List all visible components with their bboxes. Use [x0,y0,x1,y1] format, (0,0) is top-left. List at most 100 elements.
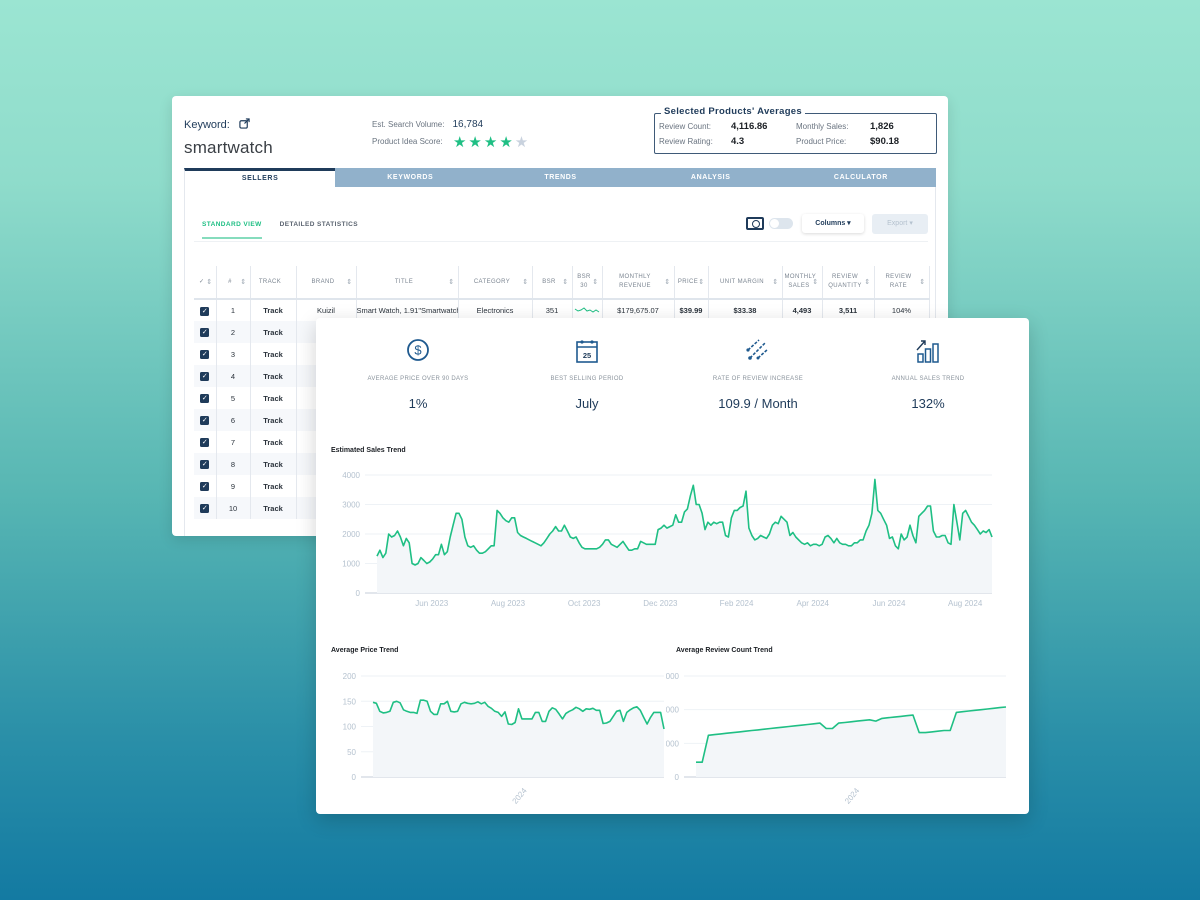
row-checkbox[interactable]: ✓ [200,438,210,447]
column-header-label: ✓ [199,278,205,285]
stat-label: RATE OF REVIEW INCREASE [712,376,804,382]
track-link[interactable]: Track [250,475,297,497]
area-fill [377,479,992,593]
y-tick-label: 2000 [342,530,360,539]
stat-label: AVERAGE PRICE OVER 90 DAYS [367,376,469,382]
column-header[interactable]: PRICE ⇕ [674,266,709,300]
track-link[interactable]: Track [250,387,297,409]
sort-icon[interactable]: ⇕ [864,278,870,287]
sort-icon[interactable]: ⇕ [919,278,925,287]
x-tick-label: Aug 2024 [948,599,983,608]
row-checkbox-cell: ✓ [194,321,217,343]
sort-icon[interactable]: ⇕ [772,278,778,287]
sort-icon[interactable]: ⇕ [698,278,704,287]
track-link[interactable]: Track [250,343,297,365]
divider [194,241,928,242]
row-checkbox-cell: ✓ [194,497,217,519]
search-volume-value: 16,784 [452,119,484,130]
y-tick-label: 15000 [666,672,680,681]
stat-label: ANNUAL SALES TREND [891,376,965,382]
sort-icon[interactable]: ⇕ [592,278,598,287]
product-price-value: $90.18 [870,136,900,147]
row-checkbox[interactable]: ✓ [200,350,210,359]
row-checkbox-cell: ✓ [194,475,217,497]
column-header-label: PRICE [677,278,699,285]
row-checkbox[interactable]: ✓ [200,504,210,513]
row-checkbox[interactable]: ✓ [200,416,210,425]
stat-value: 1% [408,396,428,411]
external-link-icon[interactable] [239,118,250,129]
sort-icon[interactable]: ⇕ [562,278,568,287]
track-link[interactable]: Track [250,409,297,431]
column-header-label: BSR [542,278,556,285]
stat-review-increase: RATE OF REVIEW INCREASE 109.9 / Month [673,338,843,411]
row-number: 7 [216,431,251,453]
row-checkbox[interactable]: ✓ [200,372,210,381]
sort-icon[interactable]: ⇕ [346,278,352,287]
column-header[interactable]: TITLE ⇕ [356,266,459,300]
column-header-label: UNIT MARGIN [720,278,764,285]
y-tick-label: 10000 [666,706,680,715]
y-tick-label: 150 [343,697,357,706]
column-header[interactable]: MONTHLY SALES ⇕ [782,266,823,300]
star-icon: ★ [452,134,467,151]
column-header-label: CATEGORY [473,278,511,285]
camera-icon[interactable] [746,217,764,230]
column-header[interactable]: UNIT MARGIN ⇕ [708,266,783,300]
columns-button[interactable]: Columns ▾ [802,214,864,233]
track-link[interactable]: Track [250,497,297,519]
sort-icon[interactable]: ⇕ [240,278,246,287]
x-tick-label: Dec 2023 [643,599,678,608]
column-header[interactable]: MONTHLY REVENUE ⇕ [602,266,675,300]
subtab-standard-view[interactable]: STANDARD VIEW [202,221,262,239]
column-header[interactable]: BSR ⇕ [532,266,573,300]
sort-icon[interactable]: ⇕ [522,278,528,287]
y-tick-label: 0 [352,773,357,782]
tab-analysis[interactable]: ANALYSIS [636,168,786,187]
column-header[interactable]: ✓ ⇕ [194,266,217,300]
column-header[interactable]: REVIEW RATE ⇕ [874,266,930,300]
row-checkbox[interactable]: ✓ [200,482,210,491]
x-tick-label: 2024 [510,786,529,806]
subtab-detailed-statistics[interactable]: DETAILED STATISTICS [280,221,358,239]
track-link[interactable]: Track [250,321,297,343]
row-checkbox-cell: ✓ [194,387,217,409]
analysis-panel: $ AVERAGE PRICE OVER 90 DAYS 1% 25 BEST … [316,318,1029,814]
idea-score-stars: ★ ★ ★ ★ ★ [452,134,528,151]
tab-keywords[interactable]: KEYWORDS [335,168,485,187]
sort-icon[interactable]: ⇕ [448,278,454,287]
camera-toggle[interactable] [769,218,793,229]
row-checkbox[interactable]: ✓ [200,306,210,316]
y-tick-label: 0 [675,773,680,782]
tab-sellers[interactable]: SELLERS [184,168,336,187]
svg-text:$: $ [414,343,422,358]
view-subtabs: STANDARD VIEW DETAILED STATISTICS [202,221,358,239]
column-header-label: # [228,278,232,285]
review-rating-label: Review Rating: [659,137,713,146]
sort-icon[interactable]: ⇕ [664,278,670,287]
row-checkbox-cell: ✓ [194,431,217,453]
sort-icon[interactable]: ⇕ [206,278,212,287]
column-header[interactable]: TRACK [250,266,297,300]
track-link[interactable]: Track [250,365,297,387]
sort-icon[interactable]: ⇕ [812,278,818,287]
export-button[interactable]: Export ▾ [872,214,928,234]
row-checkbox[interactable]: ✓ [200,460,210,469]
column-header[interactable]: REVIEW QUANTITY ⇕ [822,266,875,300]
track-link[interactable]: Track [250,431,297,453]
column-header[interactable]: BSR 30 ⇕ [572,266,603,300]
column-header[interactable]: # ⇕ [216,266,251,300]
y-tick-label: 1000 [342,560,360,569]
column-header[interactable]: BRAND ⇕ [296,266,357,300]
table-header-row: ✓ ⇕ # ⇕ TRACK BRAND ⇕ TITLE ⇕ CATEGORY ⇕ BSR ⇕ BSR 30… [194,266,930,300]
row-checkbox[interactable]: ✓ [200,328,210,337]
track-link[interactable]: Track [250,299,297,321]
averages-title: Selected Products' Averages [661,106,805,117]
tab-trends[interactable]: TRENDS [485,168,635,187]
column-header[interactable]: CATEGORY ⇕ [458,266,533,300]
track-link[interactable]: Track [250,453,297,475]
row-number: 4 [216,365,251,387]
bar-chart-growth-icon [916,340,939,363]
tab-calculator[interactable]: CALCULATOR [786,168,936,187]
row-checkbox[interactable]: ✓ [200,394,210,403]
